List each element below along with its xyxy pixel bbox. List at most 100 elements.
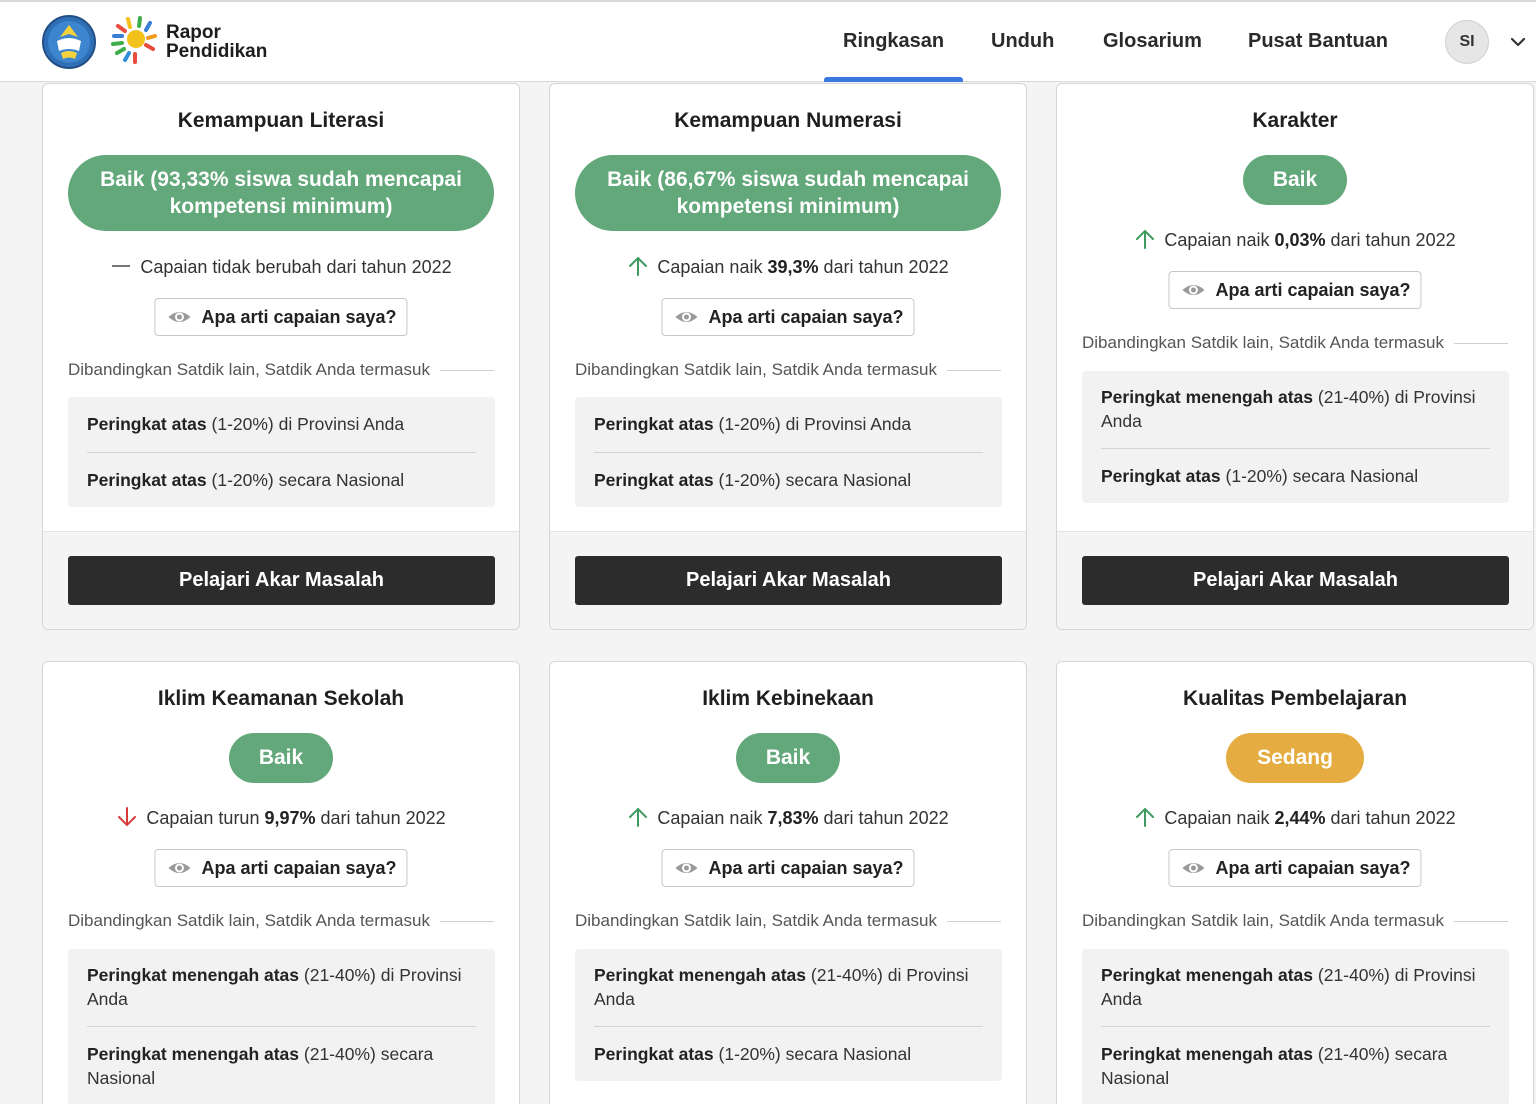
top-navigation-bar: Rapor Pendidikan Ringkasan Unduh Glosari…: [0, 0, 1536, 82]
meaning-button[interactable]: Apa arti capaian saya?: [154, 849, 408, 887]
card-footer: Pelajari Akar Masalah: [1057, 531, 1533, 629]
achievement-change: Capaian tidak berubah dari tahun 2022: [43, 255, 519, 278]
compare-text: Dibandingkan Satdik lain, Satdik Anda te…: [68, 911, 430, 930]
change-text-pre: Capaian naik: [657, 808, 768, 828]
eye-icon: [168, 863, 191, 873]
logo[interactable]: Rapor Pendidikan: [42, 14, 267, 70]
compare-label: Dibandingkan Satdik lain, Satdik Anda te…: [68, 911, 494, 931]
rank-detail: (1-20%) secara Nasional: [206, 470, 405, 490]
tut-wuri-handayani-emblem-icon: [42, 15, 96, 69]
change-value: 0,03%: [1274, 230, 1326, 250]
status-badge: Baik: [1243, 155, 1347, 205]
compare-label: Dibandingkan Satdik lain, Satdik Anda te…: [575, 911, 1001, 931]
meaning-button[interactable]: Apa arti capaian saya?: [154, 298, 408, 336]
rank-detail: (1-20%) di Provinsi Anda: [206, 414, 405, 434]
eye-icon: [168, 312, 191, 322]
pelajari-akar-masalah-button[interactable]: Pelajari Akar Masalah: [68, 556, 495, 605]
divider: [439, 920, 494, 922]
meaning-button[interactable]: Apa arti capaian saya?: [1168, 849, 1422, 887]
eye-icon: [675, 312, 698, 322]
rank-level: Peringkat menengah atas: [1101, 387, 1314, 407]
rank-detail: (1-20%) secara Nasional: [713, 1044, 912, 1064]
nav-glosarium[interactable]: Glosarium: [1103, 2, 1202, 82]
card-iklim-kebinekaan: Iklim Kebinekaan Baik Capaian naik 7,83%…: [549, 661, 1027, 1104]
meaning-button-label: Apa arti capaian saya?: [201, 857, 397, 878]
nav-ringkasan[interactable]: Ringkasan: [823, 2, 964, 82]
pelajari-akar-masalah-button[interactable]: Pelajari Akar Masalah: [575, 556, 1002, 605]
change-text-post: dari tahun 2022: [818, 808, 949, 828]
rank-national: Peringkat menengah atas (21-40%) secara …: [87, 1027, 476, 1104]
status-badge: Baik (86,67% siswa sudah mencapai kompet…: [575, 155, 1001, 231]
compare-label: Dibandingkan Satdik lain, Satdik Anda te…: [1082, 333, 1508, 353]
compare-label: Dibandingkan Satdik lain, Satdik Anda te…: [68, 360, 494, 380]
compare-text: Dibandingkan Satdik lain, Satdik Anda te…: [1082, 333, 1444, 352]
compare-label: Dibandingkan Satdik lain, Satdik Anda te…: [1082, 911, 1508, 931]
card-title: Karakter: [1252, 109, 1338, 132]
arrow-up-icon: [629, 807, 648, 827]
rank-detail: (1-20%) secara Nasional: [713, 470, 912, 490]
nav-pusat-bantuan[interactable]: Pusat Bantuan: [1248, 2, 1388, 82]
rank-province: Peringkat menengah atas (21-40%) di Prov…: [1101, 371, 1490, 448]
rank-box: Peringkat menengah atas (21-40%) di Prov…: [1082, 371, 1509, 503]
compare-label: Dibandingkan Satdik lain, Satdik Anda te…: [575, 360, 1001, 380]
change-value: 2,44%: [1274, 808, 1326, 828]
pelajari-akar-masalah-button[interactable]: Pelajari Akar Masalah: [1082, 556, 1509, 605]
card-footer: Pelajari Akar Masalah: [43, 531, 519, 629]
status-badge: Baik: [229, 733, 333, 783]
card-title: Iklim Kebinekaan: [702, 687, 874, 710]
card-title: Kemampuan Literasi: [177, 109, 385, 132]
compare-text: Dibandingkan Satdik lain, Satdik Anda te…: [1082, 911, 1444, 930]
rapor-pendidikan-sun-icon: [111, 16, 157, 64]
card-title: Iklim Keamanan Sekolah: [157, 687, 405, 710]
eye-icon: [1182, 863, 1205, 873]
status-badge: Baik: [736, 733, 840, 783]
rank-province: Peringkat menengah atas (21-40%) di Prov…: [594, 949, 983, 1026]
rank-level: Peringkat atas: [594, 470, 714, 490]
divider: [439, 369, 494, 371]
meaning-button-label: Apa arti capaian saya?: [1215, 857, 1411, 878]
meaning-button[interactable]: Apa arti capaian saya?: [661, 298, 915, 336]
rank-national: Peringkat atas (1-20%) secara Nasional: [1101, 449, 1490, 503]
chevron-down-icon[interactable]: [1508, 32, 1528, 52]
change-text: Capaian tidak berubah dari tahun 2022: [140, 257, 452, 277]
rank-box: Peringkat menengah atas (21-40%) di Prov…: [1082, 949, 1509, 1104]
rank-national: Peringkat atas (1-20%) secara Nasional: [594, 1027, 983, 1081]
rank-level: Peringkat atas: [594, 1044, 714, 1064]
card-title: Kemampuan Numerasi: [674, 109, 902, 132]
rank-box: Peringkat atas (1-20%) di Provinsi Anda …: [575, 397, 1002, 507]
rank-national: Peringkat menengah atas (21-40%) secara …: [1101, 1027, 1490, 1104]
rank-level: Peringkat menengah atas: [87, 965, 300, 985]
brand-line-1: Rapor: [166, 22, 221, 43]
meaning-button-label: Apa arti capaian saya?: [201, 306, 397, 327]
achievement-change: Capaian naik 2,44% dari tahun 2022: [1057, 806, 1533, 829]
arrow-up-icon: [1136, 807, 1155, 827]
change-text-pre: Capaian naik: [1164, 230, 1275, 250]
divider: [946, 920, 1001, 922]
rank-province: Peringkat menengah atas (21-40%) di Prov…: [1101, 949, 1490, 1026]
rank-national: Peringkat atas (1-20%) secara Nasional: [594, 453, 983, 507]
user-avatar[interactable]: SI: [1445, 20, 1489, 64]
meaning-button-label: Apa arti capaian saya?: [708, 857, 904, 878]
status-badge: Sedang: [1226, 733, 1364, 783]
rank-level: Peringkat atas: [594, 414, 714, 434]
compare-text: Dibandingkan Satdik lain, Satdik Anda te…: [575, 360, 937, 379]
divider: [1453, 920, 1508, 922]
rank-level: Peringkat menengah atas: [87, 1044, 300, 1064]
change-value: 9,97%: [264, 808, 316, 828]
card-kemampuan-numerasi: Kemampuan Numerasi Baik (86,67% siswa su…: [549, 83, 1027, 630]
change-text-post: dari tahun 2022: [1325, 808, 1456, 828]
rank-box: Peringkat atas (1-20%) di Provinsi Anda …: [68, 397, 495, 507]
meaning-button-label: Apa arti capaian saya?: [708, 306, 904, 327]
meaning-button[interactable]: Apa arti capaian saya?: [661, 849, 915, 887]
nav-unduh[interactable]: Unduh: [991, 2, 1054, 82]
rank-detail: (1-20%) di Provinsi Anda: [713, 414, 912, 434]
change-value: 39,3%: [767, 257, 819, 277]
rank-level: Peringkat atas: [1101, 466, 1221, 486]
rank-level: Peringkat atas: [87, 470, 207, 490]
meaning-button[interactable]: Apa arti capaian saya?: [1168, 271, 1422, 309]
change-value: 7,83%: [767, 808, 819, 828]
status-badge: Baik (93,33% siswa sudah mencapai kompet…: [68, 155, 494, 231]
card-footer: Pelajari Akar Masalah: [550, 531, 1026, 629]
compare-text: Dibandingkan Satdik lain, Satdik Anda te…: [575, 911, 937, 930]
change-text-pre: Capaian naik: [1164, 808, 1275, 828]
